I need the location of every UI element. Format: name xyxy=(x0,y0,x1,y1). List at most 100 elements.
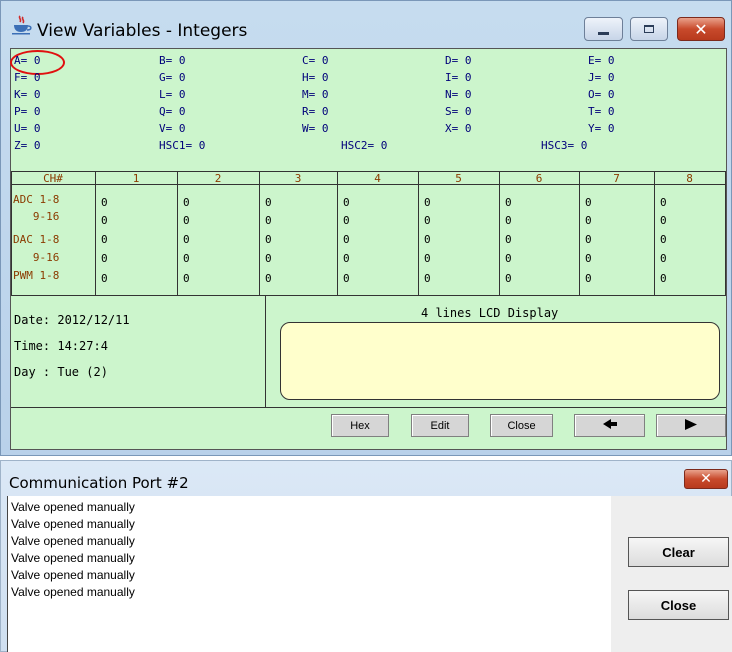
close-icon: ✕ xyxy=(700,471,712,487)
var-i: I= 0 xyxy=(445,71,472,84)
table-cell: 0 xyxy=(505,233,512,246)
table-cell: 0 xyxy=(585,214,592,227)
col-header-7: 7 xyxy=(613,172,620,185)
window-title: Communication Port #2 xyxy=(9,474,189,492)
communication-port-window: Communication Port #2 ✕ Valve opened man… xyxy=(0,460,732,652)
col-header-4: 4 xyxy=(374,172,381,185)
table-cell: 0 xyxy=(101,252,108,265)
title-bar[interactable]: View Variables - Integers ✕ xyxy=(1,1,731,47)
table-cell: 0 xyxy=(343,214,350,227)
var-k: K= 0 xyxy=(14,88,41,101)
var-v: V= 0 xyxy=(159,122,186,135)
var-q: Q= 0 xyxy=(159,105,186,118)
view-variables-window: View Variables - Integers ✕ A= 0 B= 0 C=… xyxy=(0,0,732,456)
maximize-icon xyxy=(644,25,654,33)
table-cell: 0 xyxy=(101,214,108,227)
col-header-6: 6 xyxy=(535,172,543,185)
close-window-button[interactable]: ✕ xyxy=(677,17,725,41)
col-divider xyxy=(337,171,338,295)
col-divider xyxy=(11,171,12,295)
table-cell: 0 xyxy=(660,196,667,209)
var-hsc1: HSC1= 0 xyxy=(159,139,206,152)
log-line: Valve opened manually xyxy=(11,500,135,514)
date-label: Date: 2012/12/11 xyxy=(14,313,130,327)
close-icon: ✕ xyxy=(694,19,708,39)
table-bottom-border xyxy=(11,295,726,296)
table-cell: 0 xyxy=(424,272,431,285)
var-p: P= 0 xyxy=(14,105,41,118)
next-button[interactable] xyxy=(656,414,726,437)
table-cell: 0 xyxy=(585,272,592,285)
java-cup-icon xyxy=(11,15,33,35)
col-divider xyxy=(654,171,655,295)
table-cell: 0 xyxy=(183,214,190,227)
col-header-5: 5 xyxy=(455,172,462,185)
close-window-button[interactable]: ✕ xyxy=(684,469,728,489)
var-h: H= 0 xyxy=(302,71,329,84)
var-o: O= 0 xyxy=(588,88,615,101)
var-w: W= 0 xyxy=(302,122,329,135)
table-cell: 0 xyxy=(660,214,667,227)
right-arrow-icon xyxy=(685,418,697,433)
table-cell: 0 xyxy=(505,252,512,265)
table-cell: 0 xyxy=(183,233,190,246)
table-cell: 0 xyxy=(101,233,108,246)
var-z: Z= 0 xyxy=(14,139,41,152)
maximize-button[interactable] xyxy=(630,17,668,41)
close-button[interactable]: Close xyxy=(628,590,729,620)
hex-button[interactable]: Hex xyxy=(331,414,389,437)
time-label: Time: 14:27:4 xyxy=(14,339,108,353)
var-hsc2: HSC2= 0 xyxy=(341,139,388,152)
log-line: Valve opened manually xyxy=(11,585,135,599)
table-cell: 0 xyxy=(424,233,431,246)
table-cell: 0 xyxy=(101,272,108,285)
table-cell: 0 xyxy=(505,214,512,227)
var-t: T= 0 xyxy=(588,105,615,118)
var-y: Y= 0 xyxy=(588,122,615,135)
table-cell: 0 xyxy=(183,272,190,285)
table-cell: 0 xyxy=(585,233,592,246)
var-d: D= 0 xyxy=(445,54,472,67)
col-divider xyxy=(259,171,260,295)
var-s: S= 0 xyxy=(445,105,472,118)
table-cell: 0 xyxy=(265,214,272,227)
variables-panel: A= 0 B= 0 C= 0 D= 0 E= 0 F= 0 G= 0 H= 0 … xyxy=(10,48,727,450)
close-button[interactable]: Close xyxy=(490,414,553,437)
edit-button[interactable]: Edit xyxy=(411,414,469,437)
minimize-icon xyxy=(598,31,609,35)
log-line: Valve opened manually xyxy=(11,568,135,582)
table-cell: 0 xyxy=(343,272,350,285)
var-f: F= 0 xyxy=(14,71,41,84)
table-cell: 0 xyxy=(660,233,667,246)
clear-button[interactable]: Clear xyxy=(628,537,729,567)
log-output[interactable]: Valve opened manually Valve opened manua… xyxy=(7,496,611,652)
table-cell: 0 xyxy=(585,252,592,265)
table-cell: 0 xyxy=(585,196,592,209)
col-header-2: 2 xyxy=(214,172,222,185)
day-label: Day : Tue (2) xyxy=(14,365,108,379)
var-n: N= 0 xyxy=(445,88,472,101)
log-line: Valve opened manually xyxy=(11,551,135,565)
table-cell: 0 xyxy=(183,252,190,265)
table-cell: 0 xyxy=(343,196,350,209)
table-cell: 0 xyxy=(183,196,190,209)
prev-button[interactable] xyxy=(574,414,645,437)
table-cell: 0 xyxy=(101,196,108,209)
var-g: G= 0 xyxy=(159,71,186,84)
row-label-dac-9-16: 9-16 xyxy=(13,251,60,264)
table-cell: 0 xyxy=(343,252,350,265)
table-cell: 0 xyxy=(265,196,272,209)
button-panel: Clear Close xyxy=(611,496,732,652)
table-cell: 0 xyxy=(660,252,667,265)
col-header-8: 8 xyxy=(686,172,693,185)
row-label-adc-1-8: ADC 1-8 xyxy=(13,193,60,206)
table-cell: 0 xyxy=(265,252,272,265)
var-a: A= 0 xyxy=(14,54,41,67)
left-arrow-icon xyxy=(602,419,617,432)
var-u: U= 0 xyxy=(14,122,41,135)
var-e: E= 0 xyxy=(588,54,615,67)
col-header-1: 1 xyxy=(132,172,140,185)
var-b: B= 0 xyxy=(159,54,186,67)
minimize-button[interactable] xyxy=(584,17,623,41)
bottom-section-border xyxy=(11,407,726,408)
